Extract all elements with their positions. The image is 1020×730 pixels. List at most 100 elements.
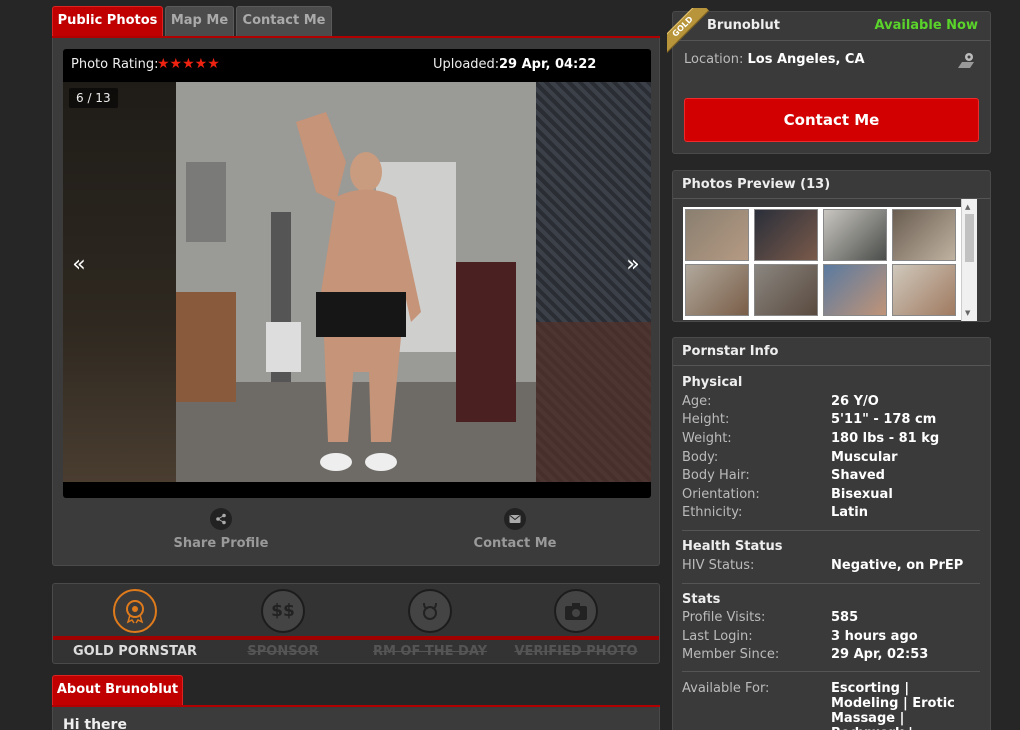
photos-preview-panel: Photos Preview (13) ▲ ▼ bbox=[672, 170, 991, 322]
badge-gold-pornstar: GOLD PORNSTAR bbox=[60, 584, 210, 664]
info-value: Bisexual bbox=[831, 487, 893, 502]
info-key: Height: bbox=[682, 412, 730, 427]
next-photo-button[interactable]: » bbox=[621, 252, 645, 277]
info-row-available-for: Available For: Escorting | Modeling | Er… bbox=[682, 681, 982, 730]
thumbnail[interactable] bbox=[685, 209, 749, 261]
stats-heading: Stats bbox=[682, 592, 721, 607]
rating-stars[interactable]: ★★★★★ bbox=[157, 56, 220, 72]
info-divider bbox=[682, 583, 980, 584]
share-icon bbox=[210, 508, 232, 530]
info-key: Available For: bbox=[682, 681, 770, 696]
badge-verified-photo: VERIFIED PHOTO bbox=[501, 584, 651, 664]
map-pin-icon[interactable] bbox=[956, 52, 976, 70]
availability-status: Available Now bbox=[874, 18, 978, 33]
info-row-member-since: Member Since: 29 Apr, 02:53 bbox=[682, 647, 982, 665]
info-divider bbox=[682, 671, 980, 672]
share-profile-button[interactable]: Share Profile bbox=[121, 508, 321, 551]
profile-name: Brunoblut bbox=[707, 18, 780, 33]
medal-icon bbox=[113, 589, 157, 633]
uploaded-label: Uploaded: bbox=[433, 57, 500, 72]
photo-counter: 6 / 13 bbox=[69, 88, 118, 108]
thumbnail-grid bbox=[683, 207, 961, 320]
prev-photo-button[interactable]: « bbox=[67, 252, 91, 277]
rating-label: Photo Rating: bbox=[71, 57, 159, 72]
physical-heading: Physical bbox=[682, 375, 743, 390]
profile-header: GOLD Brunoblut Available Now bbox=[667, 8, 990, 54]
info-divider bbox=[682, 530, 980, 531]
about-tabs: About Brunoblut bbox=[52, 675, 660, 708]
info-row-orientation: Orientation: Bisexual bbox=[682, 487, 982, 505]
tab-map-me[interactable]: Map Me bbox=[165, 6, 234, 36]
info-row-ethnicity: Ethnicity: Latin bbox=[682, 505, 982, 523]
tab-about[interactable]: About Brunoblut bbox=[52, 675, 183, 705]
tab-contact-me[interactable]: Contact Me bbox=[236, 6, 332, 36]
info-row-height: Height: 5'11" - 178 cm bbox=[682, 412, 982, 430]
gold-ribbon: GOLD bbox=[667, 8, 713, 54]
mail-icon bbox=[504, 508, 526, 530]
info-row-weight: Weight: 180 lbs - 81 kg bbox=[682, 431, 982, 449]
pornstar-info-panel: Pornstar Info Physical Age: 26 Y/O Height… bbox=[672, 337, 991, 730]
profile-card: GOLD Brunoblut Available Now Location: L… bbox=[667, 8, 991, 154]
photos-preview-title: Photos Preview (13) bbox=[673, 171, 990, 199]
info-key: Last Login: bbox=[682, 629, 753, 644]
info-value: Shaved bbox=[831, 468, 885, 483]
info-value: 26 Y/O bbox=[831, 394, 879, 409]
info-key: Ethnicity: bbox=[682, 505, 743, 520]
photo-illustration bbox=[176, 82, 536, 482]
info-value: Muscular bbox=[831, 450, 898, 465]
badge-label: SPONSOR bbox=[247, 644, 319, 659]
health-heading: Health Status bbox=[682, 539, 783, 554]
info-row-age: Age: 26 Y/O bbox=[682, 394, 982, 412]
info-key: Profile Visits: bbox=[682, 610, 766, 625]
contact-me-button[interactable]: Contact Me bbox=[684, 98, 979, 142]
info-value: 3 hours ago bbox=[831, 629, 918, 644]
contact-me-label: Contact Me bbox=[473, 536, 557, 551]
horns-icon bbox=[408, 589, 452, 633]
ribbon-label: GOLD bbox=[667, 8, 710, 54]
about-intro: Hi there bbox=[63, 717, 127, 730]
info-value: 5'11" - 178 cm bbox=[831, 412, 937, 427]
share-profile-label: Share Profile bbox=[173, 536, 269, 551]
dollar-icon: $$ bbox=[261, 589, 305, 633]
info-row-body-hair: Body Hair: Shaved bbox=[682, 468, 982, 486]
info-value: 585 bbox=[831, 610, 859, 625]
next-photo-preview[interactable] bbox=[536, 82, 651, 482]
location-label: Location: bbox=[684, 52, 744, 67]
thumbnail[interactable] bbox=[754, 264, 818, 316]
info-title: Pornstar Info bbox=[673, 338, 990, 366]
about-panel: Hi there bbox=[52, 707, 660, 730]
info-row-hiv-status: HIV Status: Negative, on PrEP bbox=[682, 558, 982, 576]
thumbnail[interactable] bbox=[685, 264, 749, 316]
thumbnail[interactable] bbox=[892, 209, 956, 261]
thumbnail[interactable] bbox=[823, 209, 887, 261]
photo-panel: Photo Rating: ★★★★★ Uploaded: 29 Apr, 04… bbox=[52, 38, 660, 566]
photo-stage: 6 / 13 « » bbox=[63, 82, 651, 482]
tab-public-photos[interactable]: Public Photos bbox=[52, 6, 163, 36]
badge-rm-of-the-day: RM OF THE DAY bbox=[355, 584, 505, 664]
photo-viewer: Photo Rating: ★★★★★ Uploaded: 29 Apr, 04… bbox=[63, 49, 651, 498]
thumbnail-scrollbar[interactable]: ▲ ▼ bbox=[961, 199, 977, 321]
info-value: 180 lbs - 81 kg bbox=[831, 431, 940, 446]
camera-icon bbox=[554, 589, 598, 633]
main-photo bbox=[176, 82, 536, 482]
location-value: Los Angeles, CA bbox=[747, 52, 865, 67]
info-key: Weight: bbox=[682, 431, 732, 446]
contact-me-action[interactable]: Contact Me bbox=[415, 508, 615, 551]
thumbnail[interactable] bbox=[823, 264, 887, 316]
info-key: HIV Status: bbox=[682, 558, 755, 573]
thumbnail[interactable] bbox=[892, 264, 956, 316]
info-value: Latin bbox=[831, 505, 868, 520]
badge-bar: GOLD PORNSTAR $$ SPONSOR RM OF THE DAY V… bbox=[52, 583, 660, 664]
photo-meta-bar: Photo Rating: ★★★★★ Uploaded: 29 Apr, 04… bbox=[63, 49, 651, 81]
info-value: Escorting | Modeling | Erotic Massage | … bbox=[831, 681, 955, 730]
info-row-profile-visits: Profile Visits: 585 bbox=[682, 610, 982, 628]
info-value: 29 Apr, 02:53 bbox=[831, 647, 929, 662]
info-key: Body: bbox=[682, 450, 719, 465]
thumbnail[interactable] bbox=[754, 209, 818, 261]
previous-photo-preview[interactable] bbox=[63, 82, 176, 482]
badge-label: RM OF THE DAY bbox=[372, 644, 488, 659]
badge-label: GOLD PORNSTAR bbox=[72, 644, 198, 659]
uploaded-value: 29 Apr, 04:22 bbox=[499, 57, 597, 72]
info-key: Orientation: bbox=[682, 487, 760, 502]
info-key: Body Hair: bbox=[682, 468, 750, 483]
